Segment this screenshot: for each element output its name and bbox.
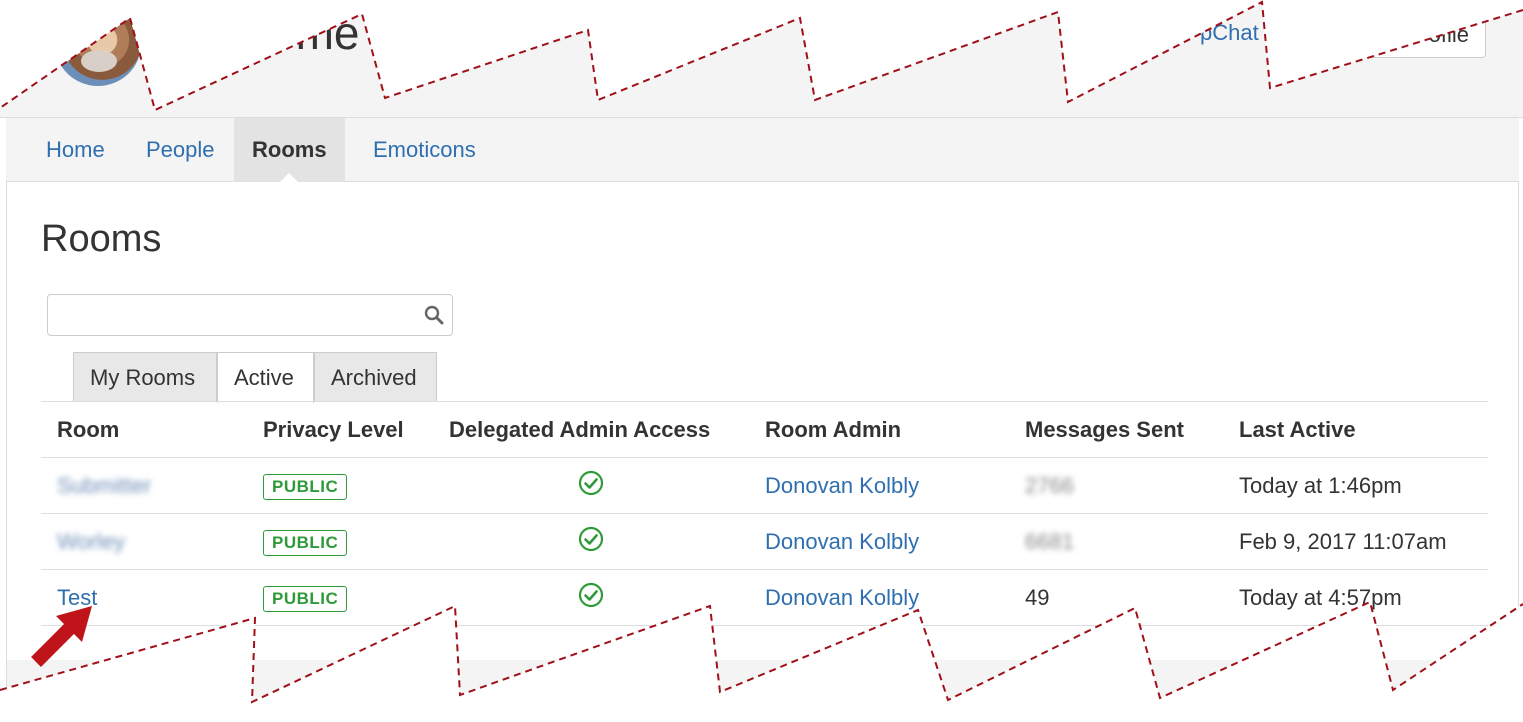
column-header-messages-sent[interactable]: Messages Sent: [1009, 401, 1223, 458]
tab-my-rooms[interactable]: My Rooms: [73, 352, 217, 402]
room-link[interactable]: Submitter: [57, 473, 151, 498]
brand-link[interactable]: pChat: [1200, 20, 1259, 46]
room-admin-link[interactable]: Donovan Kolbly: [765, 529, 919, 554]
messages-sent-value: 49: [1009, 569, 1223, 626]
profile-button[interactable]: ofile: [1368, 12, 1486, 58]
nav-item-people[interactable]: People: [128, 118, 233, 182]
nav-item-emoticons[interactable]: Emoticons: [355, 118, 494, 182]
last-active-value: Today at 1:46pm: [1223, 457, 1488, 514]
check-circle-icon: [578, 526, 604, 551]
table-row: Worley PUBLIC Donovan Kolbly 6681 Feb 9,…: [41, 513, 1488, 570]
room-admin-link[interactable]: Donovan Kolbly: [765, 473, 919, 498]
app-header: ome ova pChat ofile: [0, 0, 1523, 118]
messages-sent-value: 2766: [1025, 472, 1074, 498]
room-link[interactable]: Test: [57, 585, 97, 610]
messages-sent-value: 6681: [1025, 528, 1074, 554]
tab-active[interactable]: Active: [217, 352, 314, 403]
column-header-room-admin[interactable]: Room Admin: [749, 401, 1009, 458]
room-admin-link[interactable]: Donovan Kolbly: [765, 585, 919, 610]
rooms-table: Room Privacy Level Delegated Admin Acces…: [41, 401, 1488, 626]
column-header-delegated-admin-access[interactable]: Delegated Admin Access: [433, 401, 749, 458]
search-icon[interactable]: [424, 305, 444, 325]
column-header-privacy-level[interactable]: Privacy Level: [247, 401, 433, 458]
last-active-value: Feb 9, 2017 11:07am: [1223, 513, 1488, 570]
search-box: [47, 294, 453, 336]
table-header-row: Room Privacy Level Delegated Admin Acces…: [41, 401, 1488, 458]
main-content: Rooms My Rooms Active Archived Room Priv…: [6, 182, 1519, 660]
page-title: Rooms: [41, 218, 162, 260]
screenshot-stage: ome ova pChat ofile Home People Rooms Em…: [0, 0, 1523, 722]
main-nav: Home People Rooms Emoticons: [6, 118, 1519, 183]
column-header-last-active[interactable]: Last Active: [1223, 401, 1488, 458]
table-row: Test PUBLIC Donovan Kolbly 49 Today at 4…: [41, 569, 1488, 626]
nav-item-home[interactable]: Home: [28, 118, 123, 182]
footer-strip: [6, 660, 1519, 722]
privacy-badge: PUBLIC: [263, 473, 348, 500]
avatar-beard: [81, 50, 117, 72]
privacy-badge: PUBLIC: [263, 585, 348, 612]
avatar[interactable]: [55, 2, 141, 86]
check-circle-icon: [578, 582, 604, 607]
privacy-badge: PUBLIC: [263, 529, 348, 556]
nav-item-rooms[interactable]: Rooms: [234, 118, 345, 183]
table-row: Submitter PUBLIC Donovan Kolbly 2766 Tod…: [41, 457, 1488, 514]
room-link[interactable]: Worley: [57, 529, 125, 554]
check-circle-icon: [578, 470, 604, 495]
last-active-value: Today at 4:57pm: [1223, 569, 1488, 626]
tab-archived[interactable]: Archived: [314, 352, 437, 402]
user-name-heading: ome ova: [270, 7, 447, 59]
search-input[interactable]: [58, 295, 418, 335]
column-header-room[interactable]: Room: [41, 401, 247, 458]
